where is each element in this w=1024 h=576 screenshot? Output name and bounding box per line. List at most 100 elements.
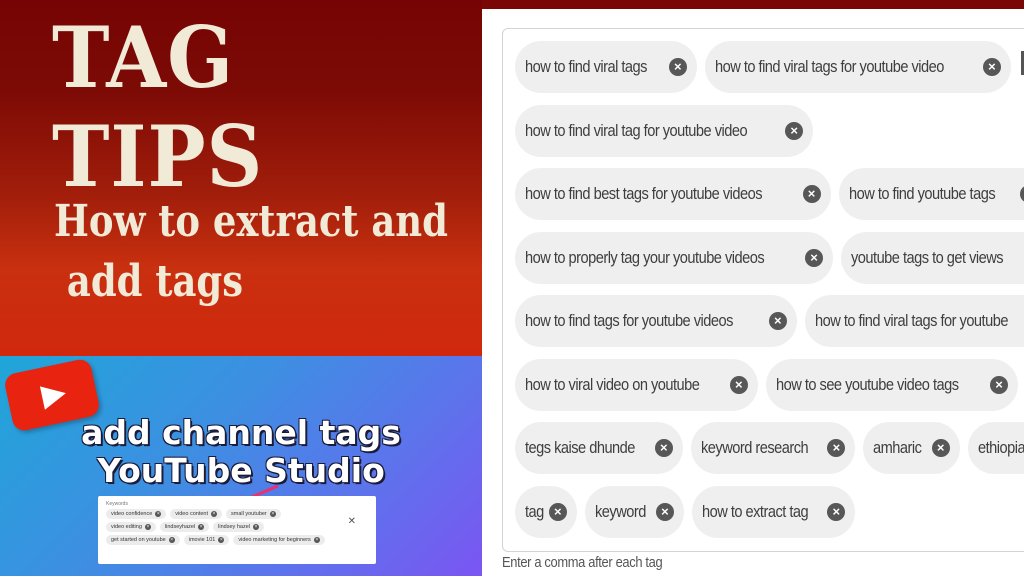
tag-chip[interactable]: youtube tags to get views× — [841, 231, 1024, 284]
remove-tag-icon[interactable]: × — [982, 58, 1001, 76]
keyword-chip: get started on youtube × — [106, 535, 180, 545]
tag-chip[interactable]: how to find viral tags × — [515, 41, 697, 93]
tag-chip[interactable]: ethiopian× — [967, 422, 1024, 474]
keywords-preview: Keywords ✕ video confidence × video conten… — [98, 496, 376, 564]
tag-chip[interactable]: how to find tags for youtube videos × — [515, 295, 797, 347]
keyword-label: get started on youtube — [111, 537, 166, 543]
close-icon: ✕ — [347, 516, 356, 527]
promo-card: add channel tags YouTube Studio Keywords… — [0, 356, 482, 576]
tag-label: how to find youtube tags — [848, 184, 996, 203]
remove-tag-icon[interactable]: × — [990, 375, 1009, 394]
tag-chip[interactable]: amharic × — [863, 422, 960, 474]
remove-tag-icon[interactable]: × — [802, 185, 821, 203]
tag-row: how to viral video on youtube × how to see… — [515, 358, 1024, 411]
keyword-label: lindsey hazel — [218, 524, 250, 530]
tag-label: ethiopian — [977, 438, 1024, 457]
tag-row: how to find best tags for youtube videos… — [515, 168, 1024, 220]
remove-tag-icon[interactable]: × — [931, 439, 950, 457]
remove-keyword-icon: × — [211, 511, 217, 517]
remove-tag-icon[interactable]: × — [729, 375, 748, 394]
tag-label: amharic — [873, 438, 922, 457]
tag-chip[interactable]: how to find viral tag for youtube video × — [515, 104, 814, 157]
keyword-row: get started on youtube × imovie 101 × video … — [106, 535, 368, 545]
tag-label: how to find viral tags — [525, 57, 647, 76]
keyword-label: video marketing for beginners — [238, 537, 311, 543]
keyword-label: video confidence — [111, 511, 153, 517]
tag-chip[interactable]: how to find youtube tags × — [838, 168, 1024, 220]
remove-keyword-icon: × — [155, 511, 162, 517]
tag-label: how to find viral tag for youtube video — [525, 120, 748, 140]
keyword-chip: imovie 101 × — [183, 535, 230, 545]
keyword-chip: video content × — [170, 509, 222, 519]
remove-keyword-icon: × — [168, 537, 175, 543]
tag-chip[interactable]: how to viral video on youtube × — [515, 358, 758, 411]
tag-label: keyword research — [700, 438, 809, 457]
remove-tag-icon[interactable]: × — [548, 502, 567, 521]
tag-chip[interactable]: keyword × — [584, 485, 684, 538]
tag-label: how to find best tags for youtube videos — [525, 184, 763, 203]
keyword-row: video editing × lindseyhazel × lindsey hazel… — [106, 522, 368, 532]
keyword-chip: small youtuber × — [226, 509, 281, 519]
remove-tag-icon[interactable]: × — [805, 248, 824, 267]
tag-chip[interactable]: how to extract tag × — [691, 485, 856, 538]
remove-tag-icon[interactable]: × — [654, 439, 673, 457]
remove-tag-icon[interactable]: × — [1020, 185, 1024, 203]
keyword-chip: lindsey hazel × — [213, 522, 264, 532]
tag-chip[interactable]: how to find viral tags for youtube× — [804, 295, 1024, 347]
tag-label: how to see youtube video tags — [775, 374, 959, 394]
keyword-chip: video confidence × — [106, 509, 167, 519]
tag-row: how to find viral tag for youtube video × — [515, 104, 1024, 157]
keyword-row: video confidence × video content × small you… — [106, 509, 368, 519]
remove-tag-icon[interactable]: × — [785, 121, 804, 140]
keyword-label: video content — [175, 511, 208, 517]
promo-line-1: add channel tags — [81, 413, 401, 452]
keyword-chip: video editing × — [106, 522, 156, 532]
banner-subtitle: How to extract and add tags — [54, 196, 448, 307]
tag-chip[interactable]: tag × — [515, 485, 577, 538]
tag-chip[interactable]: how to find viral tags for youtube video… — [704, 41, 1011, 93]
tag-chip[interactable]: how to find best tags for youtube videos… — [515, 168, 831, 220]
tag-chip[interactable]: tegs kaise dhunde × — [515, 422, 683, 474]
keywords-label: Keywords — [106, 501, 128, 507]
tag-label: youtube tags to get views — [851, 247, 1004, 267]
helper-text: Enter a comma after each tag — [502, 554, 663, 571]
keyword-chip: lindseyhazel × — [159, 522, 210, 532]
tag-label: how to viral video on youtube — [525, 374, 700, 394]
remove-keyword-icon: × — [269, 511, 276, 517]
banner-title: TAG TIPS — [52, 8, 264, 206]
remove-keyword-icon: × — [198, 524, 205, 530]
tag-label: tegs kaise dhunde — [525, 438, 635, 457]
tag-label: how to extract tag — [701, 501, 809, 521]
remove-keyword-icon: × — [252, 524, 259, 530]
tags-input-box[interactable]: how to find viral tags × how to find viral… — [502, 28, 1024, 552]
tag-chip[interactable]: how to properly tag your youtube videos × — [515, 231, 834, 284]
tag-label: keyword — [594, 501, 646, 521]
remove-tag-icon[interactable]: × — [655, 502, 674, 521]
tag-label: how to find viral tags for youtube — [814, 311, 1008, 330]
remove-tag-icon[interactable]: × — [768, 312, 787, 330]
tag-row: how to properly tag your youtube videos ×… — [515, 231, 1024, 284]
keyword-label: small youtuber — [231, 511, 267, 517]
remove-tag-icon[interactable]: × — [827, 439, 846, 457]
promo-heading: add channel tags YouTube Studio — [0, 414, 482, 490]
keyword-label: imovie 101 — [188, 537, 216, 543]
title-banner: TAG TIPS How to extract and add tags — [0, 0, 482, 356]
tag-chip[interactable]: how to see youtube video tags × — [765, 358, 1019, 411]
play-triangle-icon — [39, 381, 69, 410]
tag-label: how to properly tag your youtube videos — [525, 247, 765, 267]
tag-label: how to find viral tags for youtube video — [714, 57, 944, 76]
tag-row: tegs kaise dhunde × keyword research × amhar… — [515, 422, 1024, 474]
keyword-chip: video marketing for beginners × — [233, 535, 325, 545]
tag-label: how to find tags for youtube videos — [525, 311, 733, 330]
remove-tag-icon[interactable]: × — [668, 58, 687, 76]
tag-row: how to find tags for youtube videos × how … — [515, 295, 1024, 347]
keyword-label: lindseyhazel — [164, 524, 196, 530]
tag-row: tag × keyword × how to extract tag × — [515, 485, 1024, 538]
remove-tag-icon[interactable]: × — [827, 502, 846, 521]
remove-keyword-icon: × — [218, 537, 225, 543]
tag-chip[interactable]: keyword research × — [690, 422, 856, 474]
remove-keyword-icon: × — [144, 524, 151, 530]
keyword-label: video editing — [111, 524, 142, 530]
tag-label: tag — [525, 501, 544, 521]
tags-editor: how to find viral tags × how to find viral… — [482, 9, 1024, 576]
